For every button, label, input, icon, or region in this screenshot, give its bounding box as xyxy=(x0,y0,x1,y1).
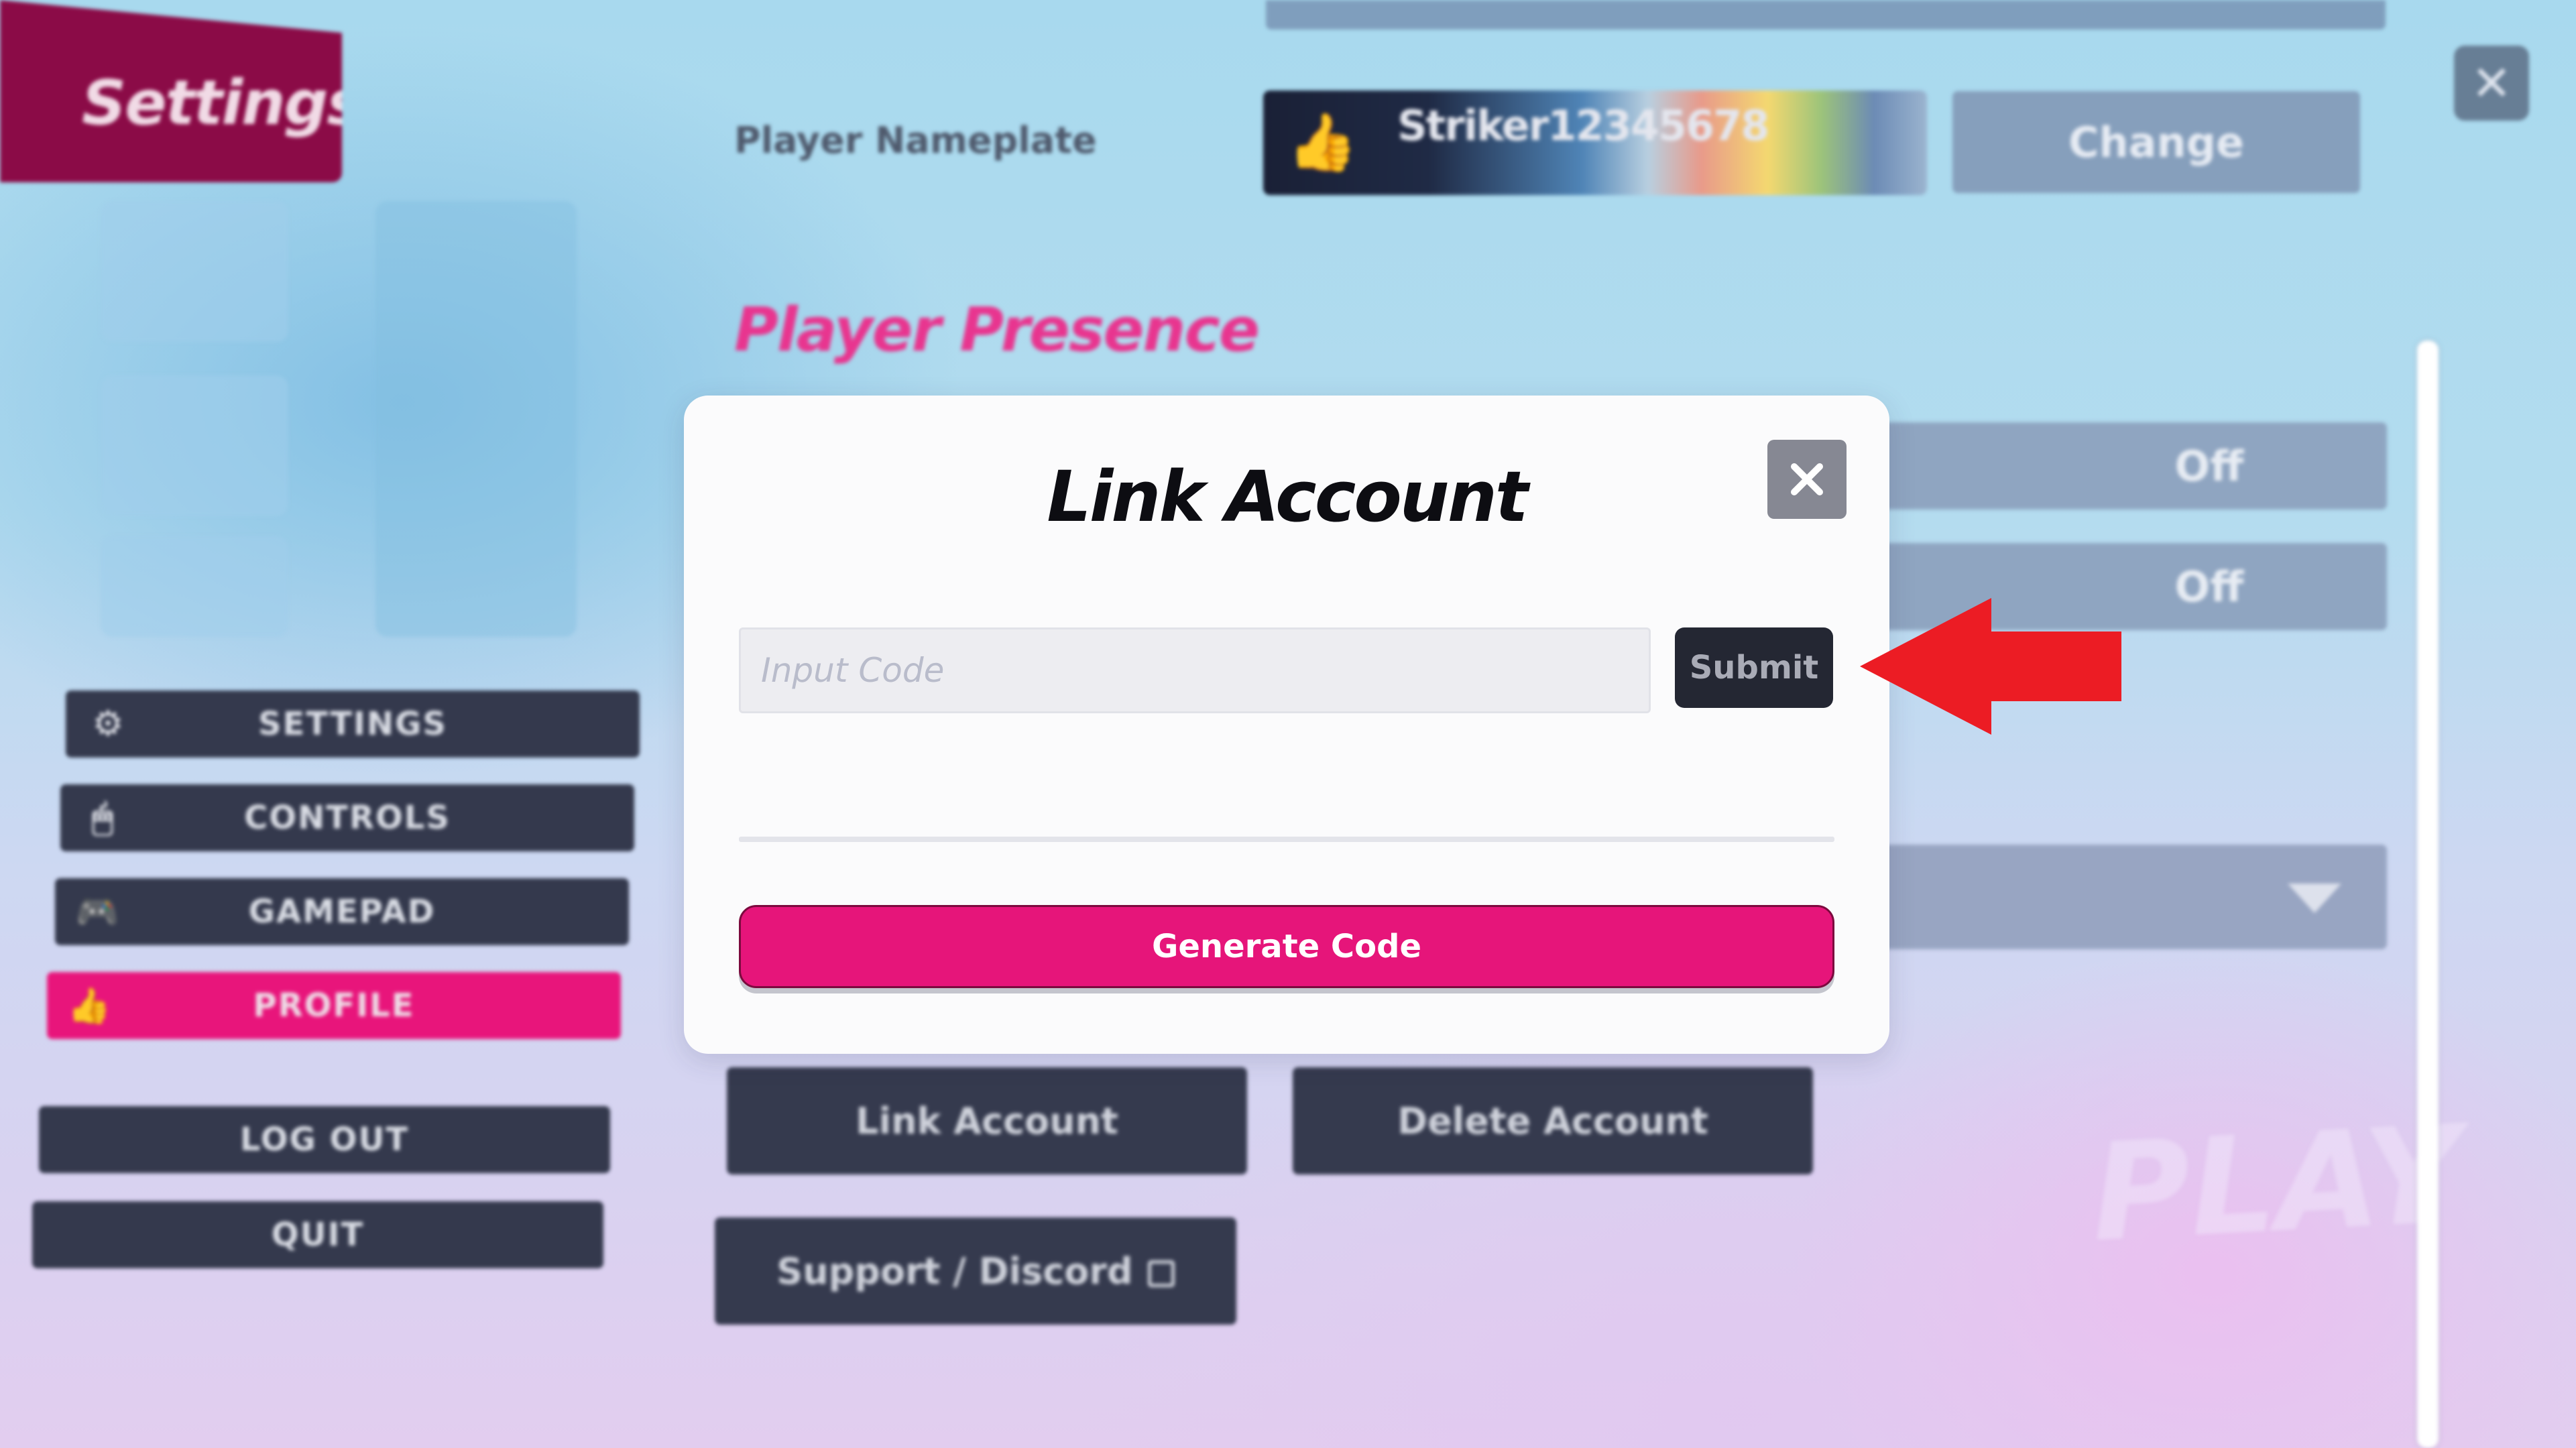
generate-code-button[interactable]: Generate Code xyxy=(739,905,1834,988)
nameplate-label: Player Nameplate xyxy=(734,119,1097,162)
background-tile xyxy=(101,536,288,637)
settings-banner: Settings xyxy=(0,0,342,182)
red-arrow-annotation xyxy=(1860,598,2121,735)
background-tile xyxy=(101,201,288,342)
link-account-button[interactable]: Link Account xyxy=(727,1067,1247,1174)
nameplate-name: Striker12345678 xyxy=(1397,101,1769,150)
link-account-modal: Link Account Submit Generate Code xyxy=(684,396,1889,1054)
modal-close-button[interactable] xyxy=(1767,440,1847,519)
sidebar-item-label: PROFILE xyxy=(253,987,415,1024)
modal-title: Link Account xyxy=(1047,456,1528,538)
gear-icon: ⚙ xyxy=(92,704,125,744)
settings-title: Settings xyxy=(82,67,363,139)
log-out-button[interactable]: LOG OUT xyxy=(39,1106,610,1173)
thumbs-up-icon: 👍 xyxy=(1287,109,1358,175)
toggle-value: Off xyxy=(2174,562,2244,611)
close-icon xyxy=(1791,463,1823,495)
sidebar-item-label: CONTROLS xyxy=(244,799,451,837)
delete-account-label: Delete Account xyxy=(1397,1099,1708,1142)
background-tile xyxy=(101,375,288,516)
support-discord-label: Support / Discord xyxy=(776,1250,1133,1292)
play-watermark: PLAY xyxy=(2088,1096,2465,1272)
top-bar xyxy=(1266,0,2386,29)
quit-label: QUIT xyxy=(271,1216,365,1254)
sidebar-item-gamepad[interactable]: 🎮 GAMEPAD xyxy=(55,878,629,945)
close-settings-button[interactable]: ✕ xyxy=(2454,46,2529,121)
external-link-icon xyxy=(1147,1260,1175,1287)
thumbs-up-icon: 👍 xyxy=(67,985,113,1026)
delete-account-button[interactable]: Delete Account xyxy=(1293,1067,1813,1174)
support-discord-button[interactable]: Support / Discord xyxy=(715,1217,1236,1325)
chevron-down-icon xyxy=(2288,884,2341,913)
mouse-icon: 🖱 xyxy=(92,797,115,838)
player-nameplate: 👍 Striker12345678 xyxy=(1263,90,1927,195)
scrollbar[interactable] xyxy=(2417,341,2439,1448)
change-nameplate-button[interactable]: Change xyxy=(1952,91,2360,193)
link-account-label: Link Account xyxy=(856,1099,1118,1142)
sidebar-item-label: SETTINGS xyxy=(258,705,447,743)
toggle-value: Off xyxy=(2174,441,2244,491)
submit-button[interactable]: Submit xyxy=(1675,627,1833,708)
sidebar-item-controls[interactable]: 🖱 CONTROLS xyxy=(60,784,634,851)
presence-toggle-1[interactable]: Off xyxy=(1871,422,2387,509)
log-out-label: LOG OUT xyxy=(239,1121,410,1158)
player-presence-heading: Player Presence xyxy=(734,295,1260,365)
sidebar-item-profile[interactable]: 👍 PROFILE xyxy=(47,972,621,1039)
modal-divider xyxy=(739,837,1834,842)
presence-dropdown[interactable] xyxy=(1871,845,2387,949)
close-icon: ✕ xyxy=(2471,55,2512,111)
sidebar-item-label: GAMEPAD xyxy=(248,893,436,930)
gamepad-icon: 🎮 xyxy=(75,892,121,932)
sidebar-item-settings[interactable]: ⚙ SETTINGS xyxy=(66,690,640,758)
background-tile xyxy=(375,201,577,637)
quit-button[interactable]: QUIT xyxy=(32,1201,603,1268)
code-input[interactable] xyxy=(739,627,1651,713)
